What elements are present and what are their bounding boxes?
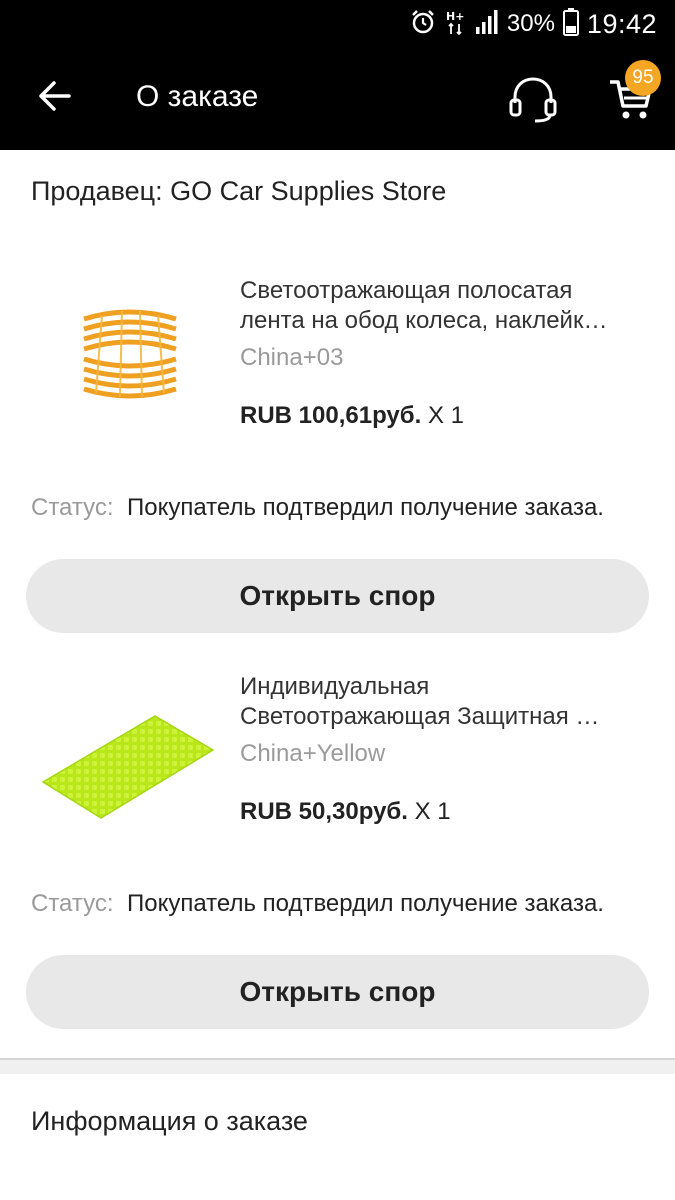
- status-label: Статус:: [31, 890, 114, 917]
- open-dispute-button[interactable]: Открыть спор: [26, 559, 649, 633]
- product-price: RUB 100,61руб. X 1: [240, 402, 464, 430]
- section-gap: [0, 1060, 675, 1074]
- page-title: О заказе: [136, 80, 259, 113]
- cell-signal-icon: [475, 9, 499, 40]
- status-label: Статус:: [31, 494, 114, 521]
- support-button[interactable]: [500, 66, 566, 132]
- status-icons: H+ 30% 19:42: [409, 7, 657, 41]
- back-arrow-icon: [39, 81, 71, 111]
- order-info-title: Информация о заказе: [31, 1106, 308, 1136]
- open-dispute-button[interactable]: Открыть спор: [26, 955, 649, 1029]
- orange-reflective-stripes-image: [40, 293, 210, 413]
- alarm-icon: [409, 8, 437, 41]
- battery-percent: 30%: [506, 10, 555, 37]
- app-bar: О заказе: [0, 48, 675, 150]
- price-value: RUB 50,30руб.: [240, 798, 408, 825]
- cart-count-badge: 95: [625, 60, 661, 96]
- quantity: X 1: [414, 798, 451, 825]
- yellow-reflective-sheet-image: [35, 680, 215, 830]
- price-value: RUB 100,61руб.: [240, 402, 422, 429]
- clock: 19:42: [586, 8, 657, 39]
- battery-icon: [562, 7, 579, 41]
- status-text: Покупатель подтвердил получение заказа.: [127, 494, 604, 521]
- seller-name[interactable]: Продавец: GO Car Supplies Store: [31, 176, 446, 207]
- headset-support-icon: [509, 77, 557, 123]
- svg-text:H+: H+: [446, 10, 464, 23]
- product-thumbnail[interactable]: [30, 258, 220, 448]
- product-price: RUB 50,30руб. X 1: [240, 798, 451, 826]
- status-bar: H+ 30% 19:42: [0, 0, 675, 48]
- order-status: Статус: Покупатель подтвердил получение …: [31, 493, 651, 555]
- status-text: Покупатель подтвердил получение заказа.: [127, 890, 604, 917]
- product-title[interactable]: Индивидуальная Светоотражающая Защитная …: [240, 672, 650, 732]
- product-title[interactable]: Светоотражающая полосатая лента на обод …: [240, 276, 650, 336]
- product-variant: China+Yellow: [240, 740, 386, 767]
- product-variant: China+03: [240, 344, 344, 371]
- order-status: Статус: Покупатель подтвердил получение …: [31, 889, 651, 951]
- product-thumbnail[interactable]: [30, 660, 220, 850]
- order-info-section[interactable]: Информация о заказе: [0, 1074, 675, 1200]
- back-button[interactable]: [26, 68, 82, 124]
- h-plus-signal-icon: H+: [445, 8, 467, 41]
- quantity: X 1: [427, 402, 464, 429]
